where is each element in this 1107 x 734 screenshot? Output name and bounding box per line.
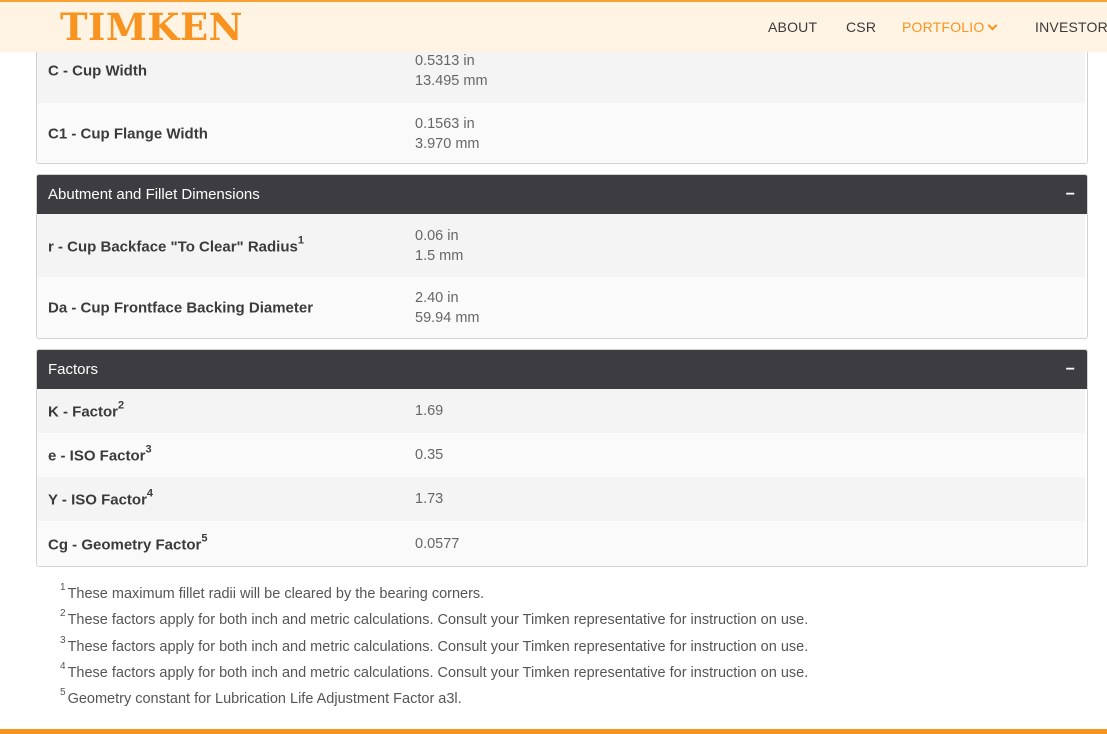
footnote-text: These maximum fillet radii will be clear… (67, 585, 485, 602)
factor-label-text: K - Factor (48, 403, 119, 421)
abutment-panel: Abutment and Fillet Dimensions − r - Cup… (36, 174, 1088, 339)
factor-label-text: e - ISO Factor (48, 447, 146, 465)
chevron-down-icon (988, 20, 998, 31)
value-inch: 0.06 in (415, 227, 459, 244)
footnote-ref: 2 (118, 399, 125, 412)
footer-accent-bar (0, 729, 1107, 734)
dimension-value: 0.06 in 1.5 mm (415, 226, 463, 266)
table-row: e - ISO Factor3 0.35 (37, 433, 1085, 477)
footnote-number: 1 (60, 582, 66, 593)
site-header: TIMKEN ABOUT CSR PORTFOLIO INVESTORS (0, 0, 1107, 52)
footnote: 1 These maximum fillet radii will be clea… (60, 579, 960, 605)
table-row: Da - Cup Frontface Backing Diameter 2.40… (37, 277, 1085, 338)
footnote: 2 These factors apply for both inch and m… (60, 605, 960, 631)
table-row: Y - ISO Factor4 1.73 (37, 477, 1085, 521)
nav-about[interactable]: ABOUT (768, 19, 817, 35)
collapse-icon[interactable]: − (1066, 175, 1075, 214)
dimension-value: 2.40 in 59.94 mm (415, 288, 479, 328)
table-row: K - Factor2 1.69 (37, 389, 1085, 433)
value-inch: 0.5313 in (415, 53, 475, 69)
nav-portfolio-label: PORTFOLIO (902, 19, 985, 35)
table-row: C1 - Cup Flange Width 0.1563 in 3.970 mm (37, 103, 1085, 163)
footnotes: 1 These maximum fillet radii will be clea… (60, 579, 960, 711)
factor-label-text: Cg - Geometry Factor (48, 536, 202, 553)
collapse-icon[interactable]: − (1066, 350, 1075, 389)
factor-label: K - Factor2 (48, 399, 125, 421)
table-row: Cg - Geometry Factor5 0.0577 (37, 521, 1085, 566)
factor-value: 0.35 (415, 447, 444, 463)
dimension-value: 0.5313 in 13.495 mm (415, 51, 488, 91)
footnote-number: 3 (60, 634, 66, 646)
footnote: 5 Geometry constant for Lubrication Life … (60, 684, 960, 710)
panel-title: Factors (48, 361, 99, 378)
factors-panel: Factors − K - Factor2 1.69 e - ISO Facto… (36, 349, 1088, 567)
dimension-label: C1 - Cup Flange Width (48, 125, 208, 142)
value-inch: 0.1563 in (415, 115, 475, 132)
factor-label: Cg - Geometry Factor5 (48, 532, 208, 553)
factor-label: Y - ISO Factor4 (48, 487, 154, 509)
nav-investors[interactable]: INVESTORS (1035, 19, 1107, 35)
footnote-text: These factors apply for both inch and me… (67, 638, 809, 655)
dimension-label-text: r - Cup Backface "To Clear" Radius (48, 238, 298, 255)
nav-portfolio[interactable]: PORTFOLIO (902, 19, 998, 35)
footnote-text: Geometry constant for Lubrication Life A… (67, 691, 462, 708)
nav-csr[interactable]: CSR (846, 19, 876, 35)
footnote-ref: 4 (146, 487, 154, 500)
dimension-label: Da - Cup Frontface Backing Diameter (48, 299, 314, 316)
dimension-value: 0.1563 in 3.970 mm (415, 114, 479, 154)
footnote: 4 These factors apply for both inch and m… (60, 658, 960, 684)
factor-label: e - ISO Factor3 (48, 443, 152, 465)
panel-header[interactable]: Abutment and Fillet Dimensions − (37, 175, 1087, 214)
panel-header[interactable]: Factors − (37, 350, 1087, 389)
main-nav: ABOUT CSR PORTFOLIO INVESTORS (0, 19, 1107, 39)
table-row: r - Cup Backface "To Clear" Radius1 0.06… (37, 214, 1085, 277)
factor-value: 1.73 (415, 491, 444, 507)
footnote-number: 5 (60, 687, 66, 699)
factor-value: 1.69 (415, 403, 444, 419)
dimension-label: C - Cup Width (48, 62, 148, 80)
footnote-ref: 3 (145, 443, 152, 456)
dimension-label: r - Cup Backface "To Clear" Radius1 (48, 234, 304, 255)
value-inch: 2.40 in (415, 289, 459, 306)
footnote-number: 2 (60, 608, 66, 620)
value-mm: 3.970 mm (415, 135, 480, 152)
panel-title: Abutment and Fillet Dimensions (48, 186, 260, 203)
value-mm: 59.94 mm (415, 309, 480, 326)
value-mm: 13.495 mm (415, 73, 488, 89)
footnote-number: 4 (60, 660, 66, 672)
value-mm: 1.5 mm (415, 247, 464, 264)
footnote-ref: 1 (297, 234, 304, 246)
footnote-text: These factors apply for both inch and me… (67, 612, 809, 629)
footnote-ref: 5 (201, 532, 208, 544)
footnote: 3 These factors apply for both inch and m… (60, 632, 960, 658)
factor-value: 0.0577 (415, 535, 460, 552)
factor-label-text: Y - ISO Factor (48, 491, 147, 509)
page: TIMKEN ABOUT CSR PORTFOLIO INVESTORS C -… (0, 0, 1107, 734)
footnote-text: These factors apply for both inch and me… (67, 664, 809, 681)
